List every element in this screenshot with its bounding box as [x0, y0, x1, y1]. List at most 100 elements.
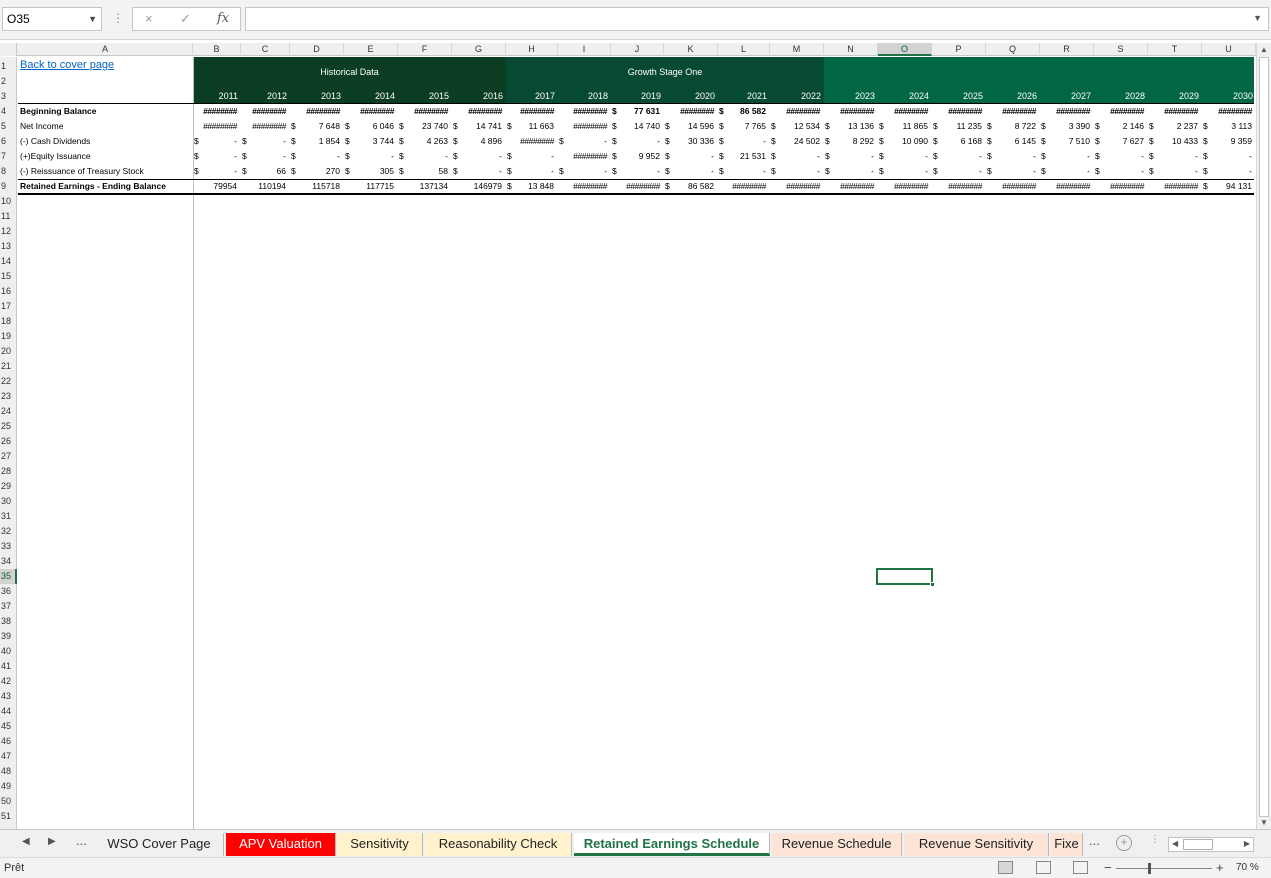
formula-input[interactable]: ▼: [245, 7, 1269, 31]
data-cell[interactable]: $ -: [1148, 149, 1200, 164]
data-cell[interactable]: ########: [664, 104, 716, 119]
data-cell[interactable]: ########: [1040, 104, 1092, 119]
data-cell[interactable]: ########: [558, 149, 609, 164]
data-cell[interactable]: ########: [1094, 179, 1146, 194]
row-header-24[interactable]: 24: [0, 404, 17, 419]
column-header-g[interactable]: G: [452, 43, 506, 56]
data-cell[interactable]: $2 237: [1148, 119, 1200, 134]
data-cell[interactable]: $ -: [932, 164, 984, 179]
scroll-right-icon[interactable]: ▶: [1244, 839, 1250, 848]
row-header-14[interactable]: 14: [0, 254, 17, 269]
data-cell[interactable]: $3 113: [1202, 119, 1254, 134]
data-cell[interactable]: $86 582: [664, 179, 716, 194]
column-header-c[interactable]: C: [241, 43, 290, 56]
column-header-e[interactable]: E: [344, 43, 398, 56]
row-header-34[interactable]: 34: [0, 554, 17, 569]
column-header-d[interactable]: D: [290, 43, 344, 56]
data-cell[interactable]: $ -: [718, 164, 768, 179]
column-header-p[interactable]: P: [932, 43, 986, 56]
row-header-15[interactable]: 15: [0, 269, 17, 284]
normal-view-icon[interactable]: [998, 861, 1013, 874]
data-cell[interactable]: $ -: [932, 149, 984, 164]
data-cell[interactable]: $ -: [193, 149, 239, 164]
data-cell[interactable]: $13 848: [506, 179, 556, 194]
row-header-11[interactable]: 11: [0, 209, 17, 224]
column-header-i[interactable]: I: [558, 43, 611, 56]
data-cell[interactable]: $ -: [611, 164, 662, 179]
row-header-7[interactable]: 7: [0, 149, 17, 164]
data-cell[interactable]: ########: [193, 119, 239, 134]
data-cell[interactable]: $ -: [193, 164, 239, 179]
data-cell[interactable]: 79954: [193, 179, 239, 194]
horizontal-scroll-thumb[interactable]: [1183, 839, 1213, 850]
data-cell[interactable]: $30 336: [664, 134, 716, 149]
column-header-s[interactable]: S: [1094, 43, 1148, 56]
data-cell[interactable]: $11 235: [932, 119, 984, 134]
row-header-20[interactable]: 20: [0, 344, 17, 359]
data-cell[interactable]: $ -: [1040, 164, 1092, 179]
row-header-29[interactable]: 29: [0, 479, 17, 494]
column-header-l[interactable]: L: [718, 43, 770, 56]
row-header-28[interactable]: 28: [0, 464, 17, 479]
row-header-12[interactable]: 12: [0, 224, 17, 239]
row-header-30[interactable]: 30: [0, 494, 17, 509]
data-cell[interactable]: $14 741: [452, 119, 504, 134]
data-cell[interactable]: $ -: [986, 164, 1038, 179]
data-cell[interactable]: ########: [398, 104, 450, 119]
tab-revenue-schedule[interactable]: Revenue Schedule: [772, 833, 902, 856]
data-cell[interactable]: $ -: [344, 149, 396, 164]
data-cell[interactable]: ########: [506, 134, 556, 149]
data-cell[interactable]: $7 648: [290, 119, 342, 134]
data-cell[interactable]: $ -: [824, 164, 876, 179]
data-cell[interactable]: $94 131: [1202, 179, 1254, 194]
row-header-44[interactable]: 44: [0, 704, 17, 719]
row-header-46[interactable]: 46: [0, 734, 17, 749]
data-cell[interactable]: $ -: [193, 134, 239, 149]
data-cell[interactable]: 115718: [290, 179, 342, 194]
tab-more-right[interactable]: ...: [1089, 833, 1100, 848]
row-header-49[interactable]: 49: [0, 779, 17, 794]
column-header-j[interactable]: J: [611, 43, 664, 56]
data-cell[interactable]: ########: [770, 104, 822, 119]
row-header-32[interactable]: 32: [0, 524, 17, 539]
data-cell[interactable]: $ -: [611, 134, 662, 149]
row-header-2[interactable]: 2: [0, 74, 17, 89]
row-header-38[interactable]: 38: [0, 614, 17, 629]
worksheet-grid[interactable]: Historical Data Growth Stage One 2011 2012 2…: [18, 57, 1254, 829]
data-cell[interactable]: ########: [824, 104, 876, 119]
row-header-42[interactable]: 42: [0, 674, 17, 689]
column-header-q[interactable]: Q: [986, 43, 1040, 56]
data-cell[interactable]: $ -: [878, 164, 930, 179]
data-cell[interactable]: ########: [558, 179, 609, 194]
row-header-39[interactable]: 39: [0, 629, 17, 644]
back-to-cover-link[interactable]: Back to cover page: [20, 59, 114, 71]
data-cell[interactable]: $21 531: [718, 149, 768, 164]
data-cell[interactable]: $ -: [770, 164, 822, 179]
enter-icon[interactable]: ✓: [180, 11, 191, 27]
row-header-4[interactable]: 4: [0, 104, 17, 119]
data-cell[interactable]: $ -: [452, 149, 504, 164]
data-cell[interactable]: 137134: [398, 179, 450, 194]
data-cell[interactable]: ########: [290, 104, 342, 119]
row-header-22[interactable]: 22: [0, 374, 17, 389]
data-cell[interactable]: $9 952: [611, 149, 662, 164]
vertical-scroll-thumb[interactable]: [1259, 57, 1269, 817]
data-cell[interactable]: ########: [878, 104, 930, 119]
data-cell[interactable]: $6 046: [344, 119, 396, 134]
data-cell[interactable]: $6 145: [986, 134, 1038, 149]
data-cell[interactable]: $ -: [1094, 164, 1146, 179]
column-header-u[interactable]: U: [1202, 43, 1256, 56]
column-header-m[interactable]: M: [770, 43, 824, 56]
column-header-o[interactable]: O: [878, 43, 932, 56]
zoom-level[interactable]: 70 %: [1236, 862, 1259, 873]
data-cell[interactable]: ########: [1148, 104, 1200, 119]
data-cell[interactable]: $7 627: [1094, 134, 1146, 149]
data-cell[interactable]: ########: [1094, 104, 1146, 119]
data-cell[interactable]: $ -: [770, 149, 822, 164]
data-cell[interactable]: ########: [1148, 179, 1200, 194]
data-cell[interactable]: $ -: [558, 134, 609, 149]
data-cell[interactable]: $ -: [824, 149, 876, 164]
data-cell[interactable]: $7 510: [1040, 134, 1092, 149]
data-cell[interactable]: $ -: [398, 149, 450, 164]
row-header-37[interactable]: 37: [0, 599, 17, 614]
